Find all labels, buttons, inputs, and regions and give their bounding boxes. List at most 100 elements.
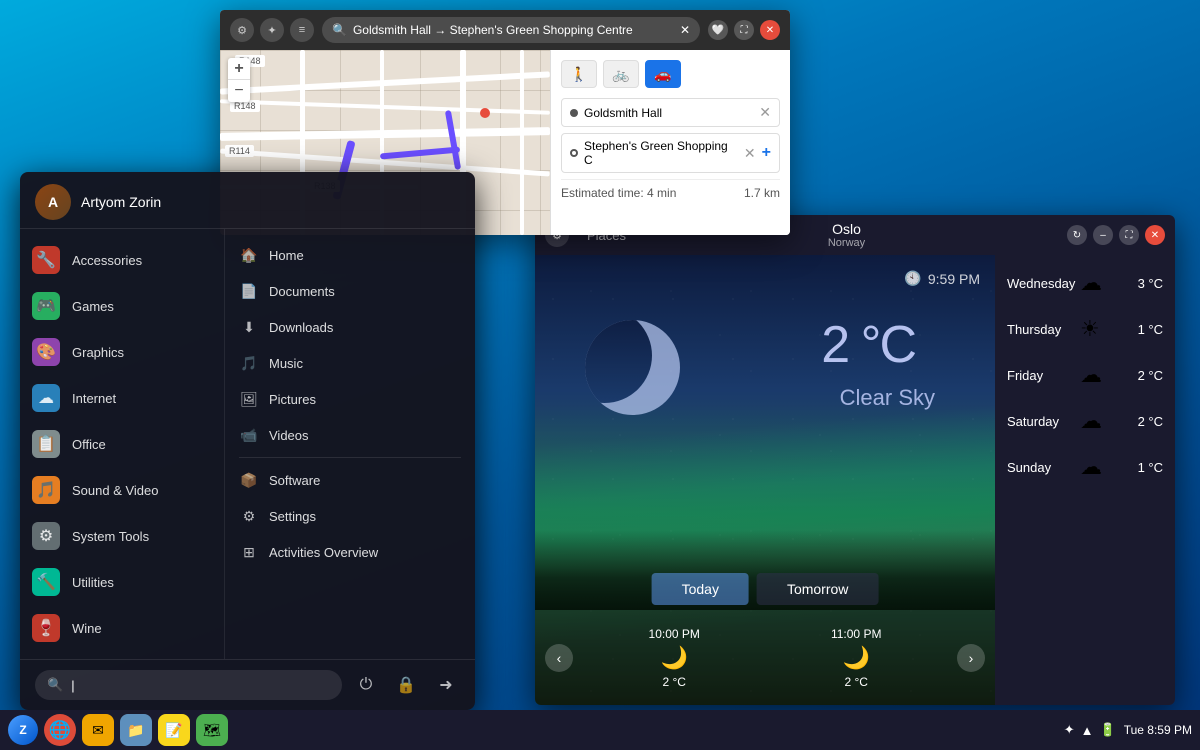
action-activities[interactable]: ⊞ Activities Overview <box>225 534 475 570</box>
clear-search-icon[interactable]: ✕ <box>680 23 690 37</box>
category-graphics[interactable]: 🎨 Graphics <box>20 329 224 375</box>
category-utilities[interactable]: 🔨 Utilities <box>20 559 224 605</box>
hour-icon-0: 🌙 <box>661 645 688 671</box>
category-label-wine: Wine <box>72 621 102 636</box>
distance: 1.7 km <box>744 186 780 200</box>
place-music[interactable]: 🎵 Music <box>225 345 475 381</box>
battery-icon: 🔋 <box>1100 722 1116 738</box>
weather-close-button[interactable]: ✕ <box>1145 225 1165 245</box>
category-wine[interactable]: 🍷 Wine <box>20 605 224 651</box>
category-system-tools[interactable]: ⚙ System Tools <box>20 513 224 559</box>
map-title-icons: ⚙ ✦ ≡ <box>230 18 314 42</box>
software-action-icon: 📦 <box>239 470 259 490</box>
action-label-settings: Settings <box>269 509 316 524</box>
forecast-icon-1: ☀ <box>1080 316 1100 342</box>
search-icon: 🔍 <box>332 23 347 37</box>
map-layers-icon[interactable]: ✦ <box>260 18 284 42</box>
tomorrow-tab[interactable]: Tomorrow <box>757 573 878 605</box>
destination-field[interactable]: Stephen's Green Shopping C ✕ + <box>561 133 780 173</box>
action-settings[interactable]: ⚙ Settings <box>225 498 475 534</box>
zorin-menu-button[interactable]: Z <box>8 715 38 745</box>
map-close-button[interactable]: ✕ <box>760 20 780 40</box>
hourly-next-button[interactable]: › <box>957 644 985 672</box>
hourly-prev-button[interactable]: ‹ <box>545 644 573 672</box>
forecast-day-name-4: Sunday <box>1007 460 1072 475</box>
route-destination-dot <box>480 108 490 118</box>
taskbar-right: ✦ ▲ 🔋 Tue 8:59 PM <box>1064 722 1192 738</box>
place-videos[interactable]: 📹 Videos <box>225 417 475 453</box>
category-label-utilities: Utilities <box>72 575 114 590</box>
origin-field[interactable]: Goldsmith Hall ✕ <box>561 98 780 127</box>
walk-mode-button[interactable]: 🚶 <box>561 60 597 88</box>
weather-maximize-button[interactable]: ⛶ <box>1119 225 1139 245</box>
videos-place-icon: 📹 <box>239 425 259 445</box>
place-home[interactable]: 🏠 Home <box>225 237 475 273</box>
category-games[interactable]: 🎮 Games <box>20 283 224 329</box>
weather-time: 🕙 9:59 PM <box>904 270 980 287</box>
maps-taskbar-icon[interactable]: 🗺 <box>196 714 228 746</box>
car-mode-button[interactable]: 🚗 <box>645 60 681 88</box>
forecast-temp-2: 2 °C <box>1138 368 1163 383</box>
destination-clear-button[interactable]: ✕ <box>744 145 756 162</box>
user-avatar: A <box>35 184 71 220</box>
sound-video-icon: 🎵 <box>32 476 60 504</box>
category-label-sound-video: Sound & Video <box>72 483 159 498</box>
email-taskbar-icon[interactable]: ✉ <box>82 714 114 746</box>
weather-minimize-button[interactable]: – <box>1093 225 1113 245</box>
weather-temperature: 2 °C <box>821 315 915 375</box>
category-accessories[interactable]: 🔧 Accessories <box>20 237 224 283</box>
forecast-day-name-2: Friday <box>1007 368 1072 383</box>
map-settings-icon[interactable]: ⚙ <box>230 18 254 42</box>
category-internet[interactable]: ☁ Internet <box>20 375 224 421</box>
forecast-temp-1: 1 °C <box>1138 322 1163 337</box>
place-pictures[interactable]: 🖼 Pictures <box>225 381 475 417</box>
map-minimize-button[interactable]: 🤍 <box>708 20 728 40</box>
utilities-icon: 🔨 <box>32 568 60 596</box>
taskbar-left: Z 🌐 ✉ 📁 📝 🗺 <box>8 714 228 746</box>
home-place-icon: 🏠 <box>239 245 259 265</box>
category-office[interactable]: 📋 Office <box>20 421 224 467</box>
today-tab[interactable]: Today <box>652 573 749 605</box>
search-magnifier-icon: 🔍 <box>47 677 63 693</box>
weather-refresh-button[interactable]: ↻ <box>1067 225 1087 245</box>
places-separator <box>239 457 461 458</box>
transport-modes: 🚶 🚲 🚗 <box>561 60 780 88</box>
weather-body: 🕙 9:59 PM 2 °C Clear Sky Today Tomorrow … <box>535 255 1175 705</box>
hour-icon-1: 🌙 <box>843 645 870 671</box>
category-label-system-tools: System Tools <box>72 529 149 544</box>
bike-mode-button[interactable]: 🚲 <box>603 60 639 88</box>
place-documents[interactable]: 📄 Documents <box>225 273 475 309</box>
action-label-software: Software <box>269 473 320 488</box>
weather-window: ⚙ Places Oslo Norway ↻ – ⛶ ✕ 🕙 9:59 PM <box>535 215 1175 705</box>
add-stop-button[interactable]: + <box>762 144 771 162</box>
weather-window-controls: ↻ – ⛶ ✕ <box>1067 225 1165 245</box>
category-label-internet: Internet <box>72 391 116 406</box>
place-label-videos: Videos <box>269 428 309 443</box>
files-taskbar-icon[interactable]: 📁 <box>120 714 152 746</box>
logout-button[interactable]: ➜ <box>432 671 460 699</box>
browser-taskbar-icon[interactable]: 🌐 <box>44 714 76 746</box>
hour-temp-0: 2 °C <box>662 675 685 689</box>
origin-clear-button[interactable]: ✕ <box>759 104 771 121</box>
action-software[interactable]: 📦 Software <box>225 462 475 498</box>
category-sound-video[interactable]: 🎵 Sound & Video <box>20 467 224 513</box>
app-menu-footer: 🔍 | ⏻ 🔒 ➜ <box>20 659 475 710</box>
music-place-icon: 🎵 <box>239 353 259 373</box>
downloads-place-icon: ⬇ <box>239 317 259 337</box>
forecast-day-3: Saturday ☁ 2 °C <box>1007 408 1163 434</box>
place-label-pictures: Pictures <box>269 392 316 407</box>
forecast-temp-4: 1 °C <box>1138 460 1163 475</box>
notes-taskbar-icon[interactable]: 📝 <box>158 714 190 746</box>
origin-text: Goldsmith Hall <box>584 106 753 120</box>
hour-item-1: 11:00 PM 🌙 2 °C <box>831 627 881 689</box>
app-search-box[interactable]: 🔍 | <box>35 670 342 700</box>
power-button[interactable]: ⏻ <box>352 671 380 699</box>
place-label-documents: Documents <box>269 284 335 299</box>
lock-button[interactable]: 🔒 <box>392 671 420 699</box>
hour-time-1: 11:00 PM <box>831 627 881 641</box>
map-menu-icon[interactable]: ≡ <box>290 18 314 42</box>
map-search-bar[interactable]: 🔍 Goldsmith Hall → Stephen's Green Shopp… <box>322 17 700 43</box>
map-maximize-button[interactable]: ⛶ <box>734 20 754 40</box>
place-downloads[interactable]: ⬇ Downloads <box>225 309 475 345</box>
weather-forecast-sidebar: Wednesday ☁ 3 °C Thursday ☀ 1 °C Friday … <box>995 255 1175 705</box>
